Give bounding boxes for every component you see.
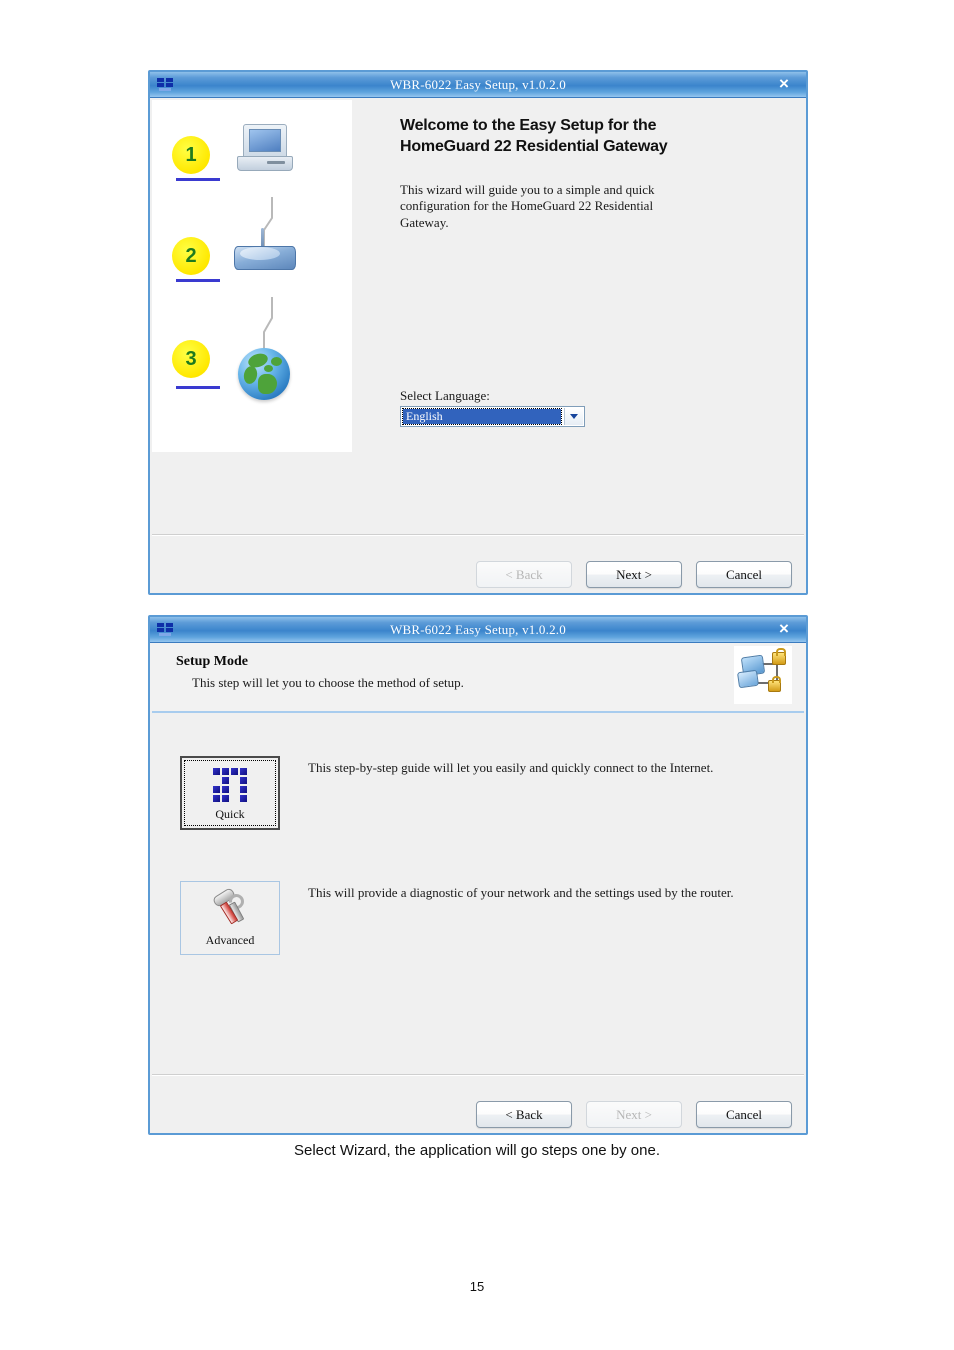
- dialog2-titlebar: WBR-6022 Easy Setup, v1.0.2.0 ×: [150, 617, 806, 643]
- dialog1-separator: [152, 534, 804, 536]
- setup-mode-title: Setup Mode: [176, 654, 248, 669]
- dialog2-body: Setup Mode This step will let you to cho…: [150, 643, 806, 1133]
- advanced-option-description: This will provide a diagnostic of your n…: [308, 885, 734, 900]
- advanced-option-button[interactable]: Advanced: [180, 881, 280, 955]
- step-1-number: 1: [172, 136, 210, 174]
- language-selected-value: English: [402, 408, 562, 425]
- welcome-heading-line2: HomeGuard 22 Residential Gateway: [400, 137, 668, 155]
- setup-mode-header: Setup Mode This step will let you to cho…: [150, 643, 806, 711]
- network-device-icon: [157, 77, 175, 93]
- quick-option-description: This step-by-step guide will let you eas…: [308, 760, 714, 775]
- router-icon: [234, 228, 296, 274]
- dialog1-title: WBR-6022 Easy Setup, v1.0.2.0: [390, 76, 566, 92]
- wrench-screwdriver-icon: [211, 887, 249, 926]
- back-button[interactable]: < Back: [476, 1101, 572, 1128]
- close-icon[interactable]: ×: [774, 74, 794, 94]
- header-separator: [152, 711, 804, 713]
- document-page: WBR-6022 Easy Setup, v1.0.2.0 × 1 2 3 We…: [0, 0, 954, 1350]
- cancel-button[interactable]: Cancel: [696, 1101, 792, 1128]
- dialog2-separator: [152, 1074, 804, 1076]
- setup-mode-subtitle: This step will let you to choose the met…: [192, 675, 464, 690]
- advanced-option-label: Advanced: [205, 933, 255, 947]
- setup-option-advanced[interactable]: Advanced This will provide a diagnostic …: [180, 881, 786, 955]
- quick-option-label: Quick: [215, 807, 245, 821]
- setup-mode-dialog: WBR-6022 Easy Setup, v1.0.2.0 × Setup Mo…: [148, 615, 808, 1135]
- cancel-button[interactable]: Cancel: [696, 561, 792, 588]
- dialog1-content: Welcome to the Easy Setup for the HomeGu…: [400, 116, 788, 231]
- next-button[interactable]: Next >: [586, 1101, 682, 1128]
- dialog1-body: 1 2 3 Welcome to the Easy Setup for the …: [150, 98, 806, 593]
- dialog1-titlebar: WBR-6022 Easy Setup, v1.0.2.0 ×: [150, 72, 806, 98]
- dialog2-button-bar: < Back Next > Cancel: [476, 1101, 792, 1128]
- step-3-underline: [176, 386, 220, 389]
- step-1-underline: [176, 178, 220, 181]
- quick-option-button[interactable]: Quick: [180, 756, 280, 830]
- network-device-icon: [157, 622, 175, 638]
- network-security-icon: [734, 646, 792, 704]
- close-icon[interactable]: ×: [774, 619, 794, 639]
- dialog1-button-bar: < Back Next > Cancel: [476, 561, 792, 588]
- welcome-paragraph: This wizard will guide you to a simple a…: [400, 181, 655, 230]
- computer-icon: [237, 124, 293, 172]
- welcome-heading-line1: Welcome to the Easy Setup for the: [400, 117, 657, 134]
- step-2-underline: [176, 279, 220, 282]
- step-3-number: 3: [172, 340, 210, 378]
- chevron-down-icon[interactable]: [564, 408, 583, 425]
- step-2-number: 2: [172, 237, 210, 275]
- language-select[interactable]: English: [400, 406, 585, 427]
- dialog2-title: WBR-6022 Easy Setup, v1.0.2.0: [390, 621, 566, 637]
- steps-illustration-panel: 1 2 3: [152, 100, 352, 452]
- quick-blocks-icon: [213, 768, 247, 802]
- easy-setup-welcome-dialog: WBR-6022 Easy Setup, v1.0.2.0 × 1 2 3 We…: [148, 70, 808, 595]
- welcome-heading: Welcome to the Easy Setup for the HomeGu…: [400, 116, 788, 158]
- figure-caption: Select Wizard, the application will go s…: [293, 1142, 661, 1159]
- next-button[interactable]: Next >: [586, 561, 682, 588]
- page-number: 15: [469, 1279, 485, 1294]
- setup-option-quick[interactable]: Quick This step-by-step guide will let y…: [180, 756, 786, 830]
- select-language-label: Select Language:: [400, 388, 490, 403]
- back-button[interactable]: < Back: [476, 561, 572, 588]
- globe-icon: [238, 348, 290, 400]
